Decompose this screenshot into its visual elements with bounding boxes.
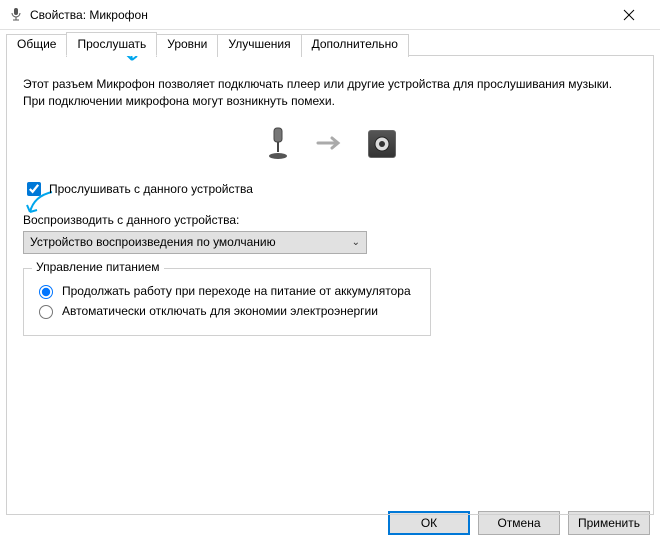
chevron-down-icon: ⌄ — [352, 237, 360, 248]
power-keep-on-radio[interactable] — [39, 285, 53, 299]
mic-device-icon — [264, 126, 292, 163]
listen-illustration — [23, 126, 637, 163]
listen-description: Этот разъем Микрофон позволяет подключат… — [23, 76, 637, 110]
listen-checkbox-row[interactable]: Прослушивать с данного устройства — [23, 179, 637, 199]
power-keep-on-label: Продолжать работу при переходе на питани… — [62, 283, 411, 299]
tab-listen[interactable]: Прослушать — [66, 32, 157, 56]
tab-strip: Общие Прослушать Уровни Улучшения Дополн… — [0, 30, 660, 55]
playback-device-label: Воспроизводить с данного устройства: — [23, 213, 637, 227]
microphone-icon — [8, 7, 24, 23]
power-keep-on-row[interactable]: Продолжать работу при переходе на питани… — [34, 283, 420, 299]
tab-advanced[interactable]: Дополнительно — [301, 34, 409, 57]
close-icon — [623, 9, 635, 21]
tab-levels[interactable]: Уровни — [156, 34, 218, 57]
titlebar: Свойства: Микрофон — [0, 0, 660, 30]
window-title: Свойства: Микрофон — [30, 8, 606, 22]
power-management-group: Управление питанием Продолжать работу пр… — [23, 268, 431, 336]
power-management-legend: Управление питанием — [32, 260, 164, 274]
power-auto-off-row[interactable]: Автоматически отключать для экономии эле… — [34, 303, 420, 319]
tab-general[interactable]: Общие — [6, 34, 67, 57]
power-auto-off-label: Автоматически отключать для экономии эле… — [62, 303, 378, 319]
close-button[interactable] — [606, 0, 652, 30]
playback-device-select[interactable]: Устройство воспроизведения по умолчанию … — [23, 231, 367, 254]
tab-enhancements[interactable]: Улучшения — [217, 34, 301, 57]
playback-device-selected: Устройство воспроизведения по умолчанию — [30, 235, 276, 249]
power-auto-off-radio[interactable] — [39, 305, 53, 319]
arrow-right-icon — [316, 135, 344, 154]
speaker-device-icon — [368, 130, 396, 158]
listen-checkbox[interactable] — [27, 182, 41, 196]
listen-panel: Этот разъем Микрофон позволяет подключат… — [6, 55, 654, 515]
listen-checkbox-label: Прослушивать с данного устройства — [49, 182, 253, 196]
